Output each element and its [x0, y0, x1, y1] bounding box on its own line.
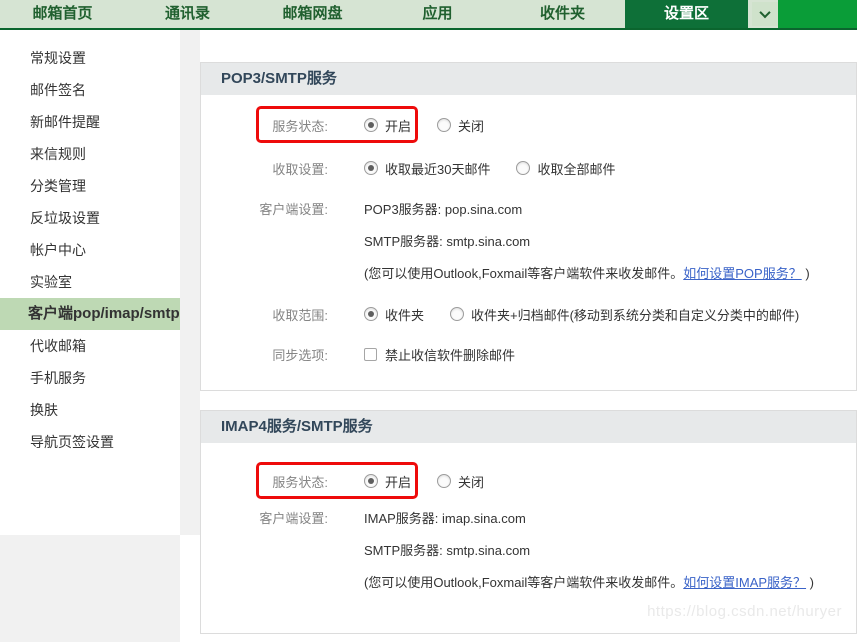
imap-note-suffix: ): [806, 575, 814, 590]
sidebar-bottom-area: [0, 535, 200, 642]
chevron-down-icon: [759, 7, 770, 18]
imap-client-setting-row: 客户端设置: IMAP服务器: imap.sina.com SMTP服务器: s…: [201, 503, 856, 599]
pop-service-status-row: 服务状态: 开启 关闭: [201, 111, 856, 139]
imap-help-link[interactable]: 如何设置IMAP服务？: [683, 575, 806, 590]
sidebar: 常规设置 邮件签名 新邮件提醒 来信规则 分类管理 反垃圾设置 帐户中心 实验室…: [0, 30, 180, 535]
sidebar-item-nav-tabs-setting[interactable]: 导航页签设置: [0, 426, 180, 458]
tab-settings[interactable]: 设置区: [625, 0, 748, 28]
pop3-smtp-section: POP3/SMTP服务 服务状态: 开启 关闭 收取设置:: [200, 62, 857, 391]
tab-apps[interactable]: 应用: [375, 0, 500, 28]
sidebar-item-lab[interactable]: 实验室: [0, 266, 180, 298]
radio-checked-icon: [364, 474, 378, 488]
imap-client-note: (您可以使用Outlook,Foxmail等客户端软件来收发邮件。如何设置IMA…: [364, 567, 814, 599]
tab-mail-home[interactable]: 邮箱首页: [0, 0, 125, 28]
imap4-smtp-section-title: IMAP4服务/SMTP服务: [201, 411, 856, 443]
pop-client-setting-row: 客户端设置: POP3服务器: pop.sina.com SMTP服务器: sm…: [201, 194, 856, 290]
pop-client-note: (您可以使用Outlook,Foxmail等客户端软件来收发邮件。如何设置POP…: [364, 258, 810, 290]
radio-checked-icon: [364, 307, 378, 321]
sidebar-item-antispam[interactable]: 反垃圾设置: [0, 202, 180, 234]
imap-status-on-label: 开启: [385, 472, 411, 491]
pop-status-off-label: 关闭: [458, 116, 484, 135]
sidebar-item-signature[interactable]: 邮件签名: [0, 74, 180, 106]
pop-fetch-all-option[interactable]: 收取全部邮件: [516, 159, 615, 178]
radio-unchecked-icon: [516, 161, 530, 175]
pop-fetch-scope-row: 收取范围: 收件夹 收件夹+归档邮件(移动到系统分类和自定义分类中的邮件): [201, 300, 856, 328]
radio-checked-icon: [364, 118, 378, 132]
imap-status-on-option[interactable]: 开启: [364, 472, 411, 491]
settings-content: POP3/SMTP服务 服务状态: 开启 关闭 收取设置:: [200, 30, 857, 642]
pop-sync-checkbox-option[interactable]: 禁止收信软件删除邮件: [364, 345, 515, 364]
pop-scope-archive-label: 收件夹+归档邮件(移动到系统分类和自定义分类中的邮件): [471, 305, 799, 324]
watermark-text: https://blog.csdn.net/huryer: [201, 603, 856, 625]
pop-note-text: (您可以使用Outlook,Foxmail等客户端软件来收发邮件。: [364, 266, 683, 281]
pop-fetch-label: 收取设置:: [201, 159, 328, 178]
pop-note-suffix: ): [802, 266, 810, 281]
pop-sync-option-row: 同步选项: 禁止收信软件删除邮件: [201, 340, 856, 368]
sidebar-gutter: [180, 30, 200, 535]
tab-inbox[interactable]: 收件夹: [500, 0, 625, 28]
sidebar-item-client-pop-imap-smtp[interactable]: 客户端pop/imap/smtp: [0, 298, 180, 330]
pop-status-on-label: 开启: [385, 116, 411, 135]
imap-status-off-option[interactable]: 关闭: [437, 472, 484, 491]
sidebar-item-mobile-service[interactable]: 手机服务: [0, 362, 180, 394]
sidebar-item-category[interactable]: 分类管理: [0, 170, 180, 202]
imap-service-status-label: 服务状态:: [201, 472, 328, 491]
imap4-smtp-section: IMAP4服务/SMTP服务 服务状态: 开启 关闭 客户端设置:: [200, 410, 857, 634]
pop-server-line: POP3服务器: pop.sina.com: [364, 194, 810, 226]
pop-status-on-option[interactable]: 开启: [364, 116, 411, 135]
pop-sync-checkbox-label: 禁止收信软件删除邮件: [385, 345, 515, 364]
sidebar-item-mail-rules[interactable]: 来信规则: [0, 138, 180, 170]
pop-fetch-recent-option[interactable]: 收取最近30天邮件: [364, 159, 490, 178]
pop-fetch-setting-row: 收取设置: 收取最近30天邮件 收取全部邮件: [201, 154, 856, 182]
pop-scope-label: 收取范围:: [201, 305, 328, 324]
imap-service-status-row: 服务状态: 开启 关闭: [201, 467, 856, 495]
tab-netdisk[interactable]: 邮箱网盘: [250, 0, 375, 28]
sidebar-item-new-mail-alert[interactable]: 新邮件提醒: [0, 106, 180, 138]
sidebar-item-account-center[interactable]: 帐户中心: [0, 234, 180, 266]
pop-fetch-all-label: 收取全部邮件: [537, 159, 615, 178]
radio-unchecked-icon: [437, 474, 451, 488]
tab-contacts[interactable]: 通讯录: [125, 0, 250, 28]
radio-checked-icon: [364, 161, 378, 175]
top-nav: 邮箱首页 通讯录 邮箱网盘 应用 收件夹 设置区: [0, 0, 857, 30]
pop-fetch-recent-label: 收取最近30天邮件: [385, 159, 490, 178]
sidebar-item-skin[interactable]: 换肤: [0, 394, 180, 426]
sidebar-item-fetch-mailbox[interactable]: 代收邮箱: [0, 330, 180, 362]
imap-note-text: (您可以使用Outlook,Foxmail等客户端软件来收发邮件。: [364, 575, 683, 590]
imap-status-off-label: 关闭: [458, 472, 484, 491]
radio-unchecked-icon: [437, 118, 451, 132]
pop-scope-inbox-label: 收件夹: [385, 305, 424, 324]
pop-service-status-label: 服务状态:: [201, 116, 328, 135]
smtp-server-line: SMTP服务器: smtp.sina.com: [364, 535, 814, 567]
checkbox-unchecked-icon: [364, 348, 377, 361]
pop-sync-label: 同步选项:: [201, 345, 328, 364]
pop-help-link[interactable]: 如何设置POP服务？: [683, 266, 801, 281]
sidebar-item-general[interactable]: 常规设置: [0, 42, 180, 74]
imap-server-line: IMAP服务器: imap.sina.com: [364, 503, 814, 535]
pop3-smtp-section-title: POP3/SMTP服务: [201, 63, 856, 95]
nav-filler: [778, 0, 857, 28]
settings-dropdown-button[interactable]: [752, 2, 778, 26]
pop-scope-inbox-option[interactable]: 收件夹: [364, 305, 424, 324]
left-rail: 常规设置 邮件签名 新邮件提醒 来信规则 分类管理 反垃圾设置 帐户中心 实验室…: [0, 30, 200, 642]
smtp-server-line: SMTP服务器: smtp.sina.com: [364, 226, 810, 258]
radio-unchecked-icon: [450, 307, 464, 321]
pop-scope-archive-option[interactable]: 收件夹+归档邮件(移动到系统分类和自定义分类中的邮件): [450, 305, 799, 324]
pop-client-label: 客户端设置:: [201, 194, 328, 226]
imap-client-label: 客户端设置:: [201, 503, 328, 535]
pop-status-off-option[interactable]: 关闭: [437, 116, 484, 135]
